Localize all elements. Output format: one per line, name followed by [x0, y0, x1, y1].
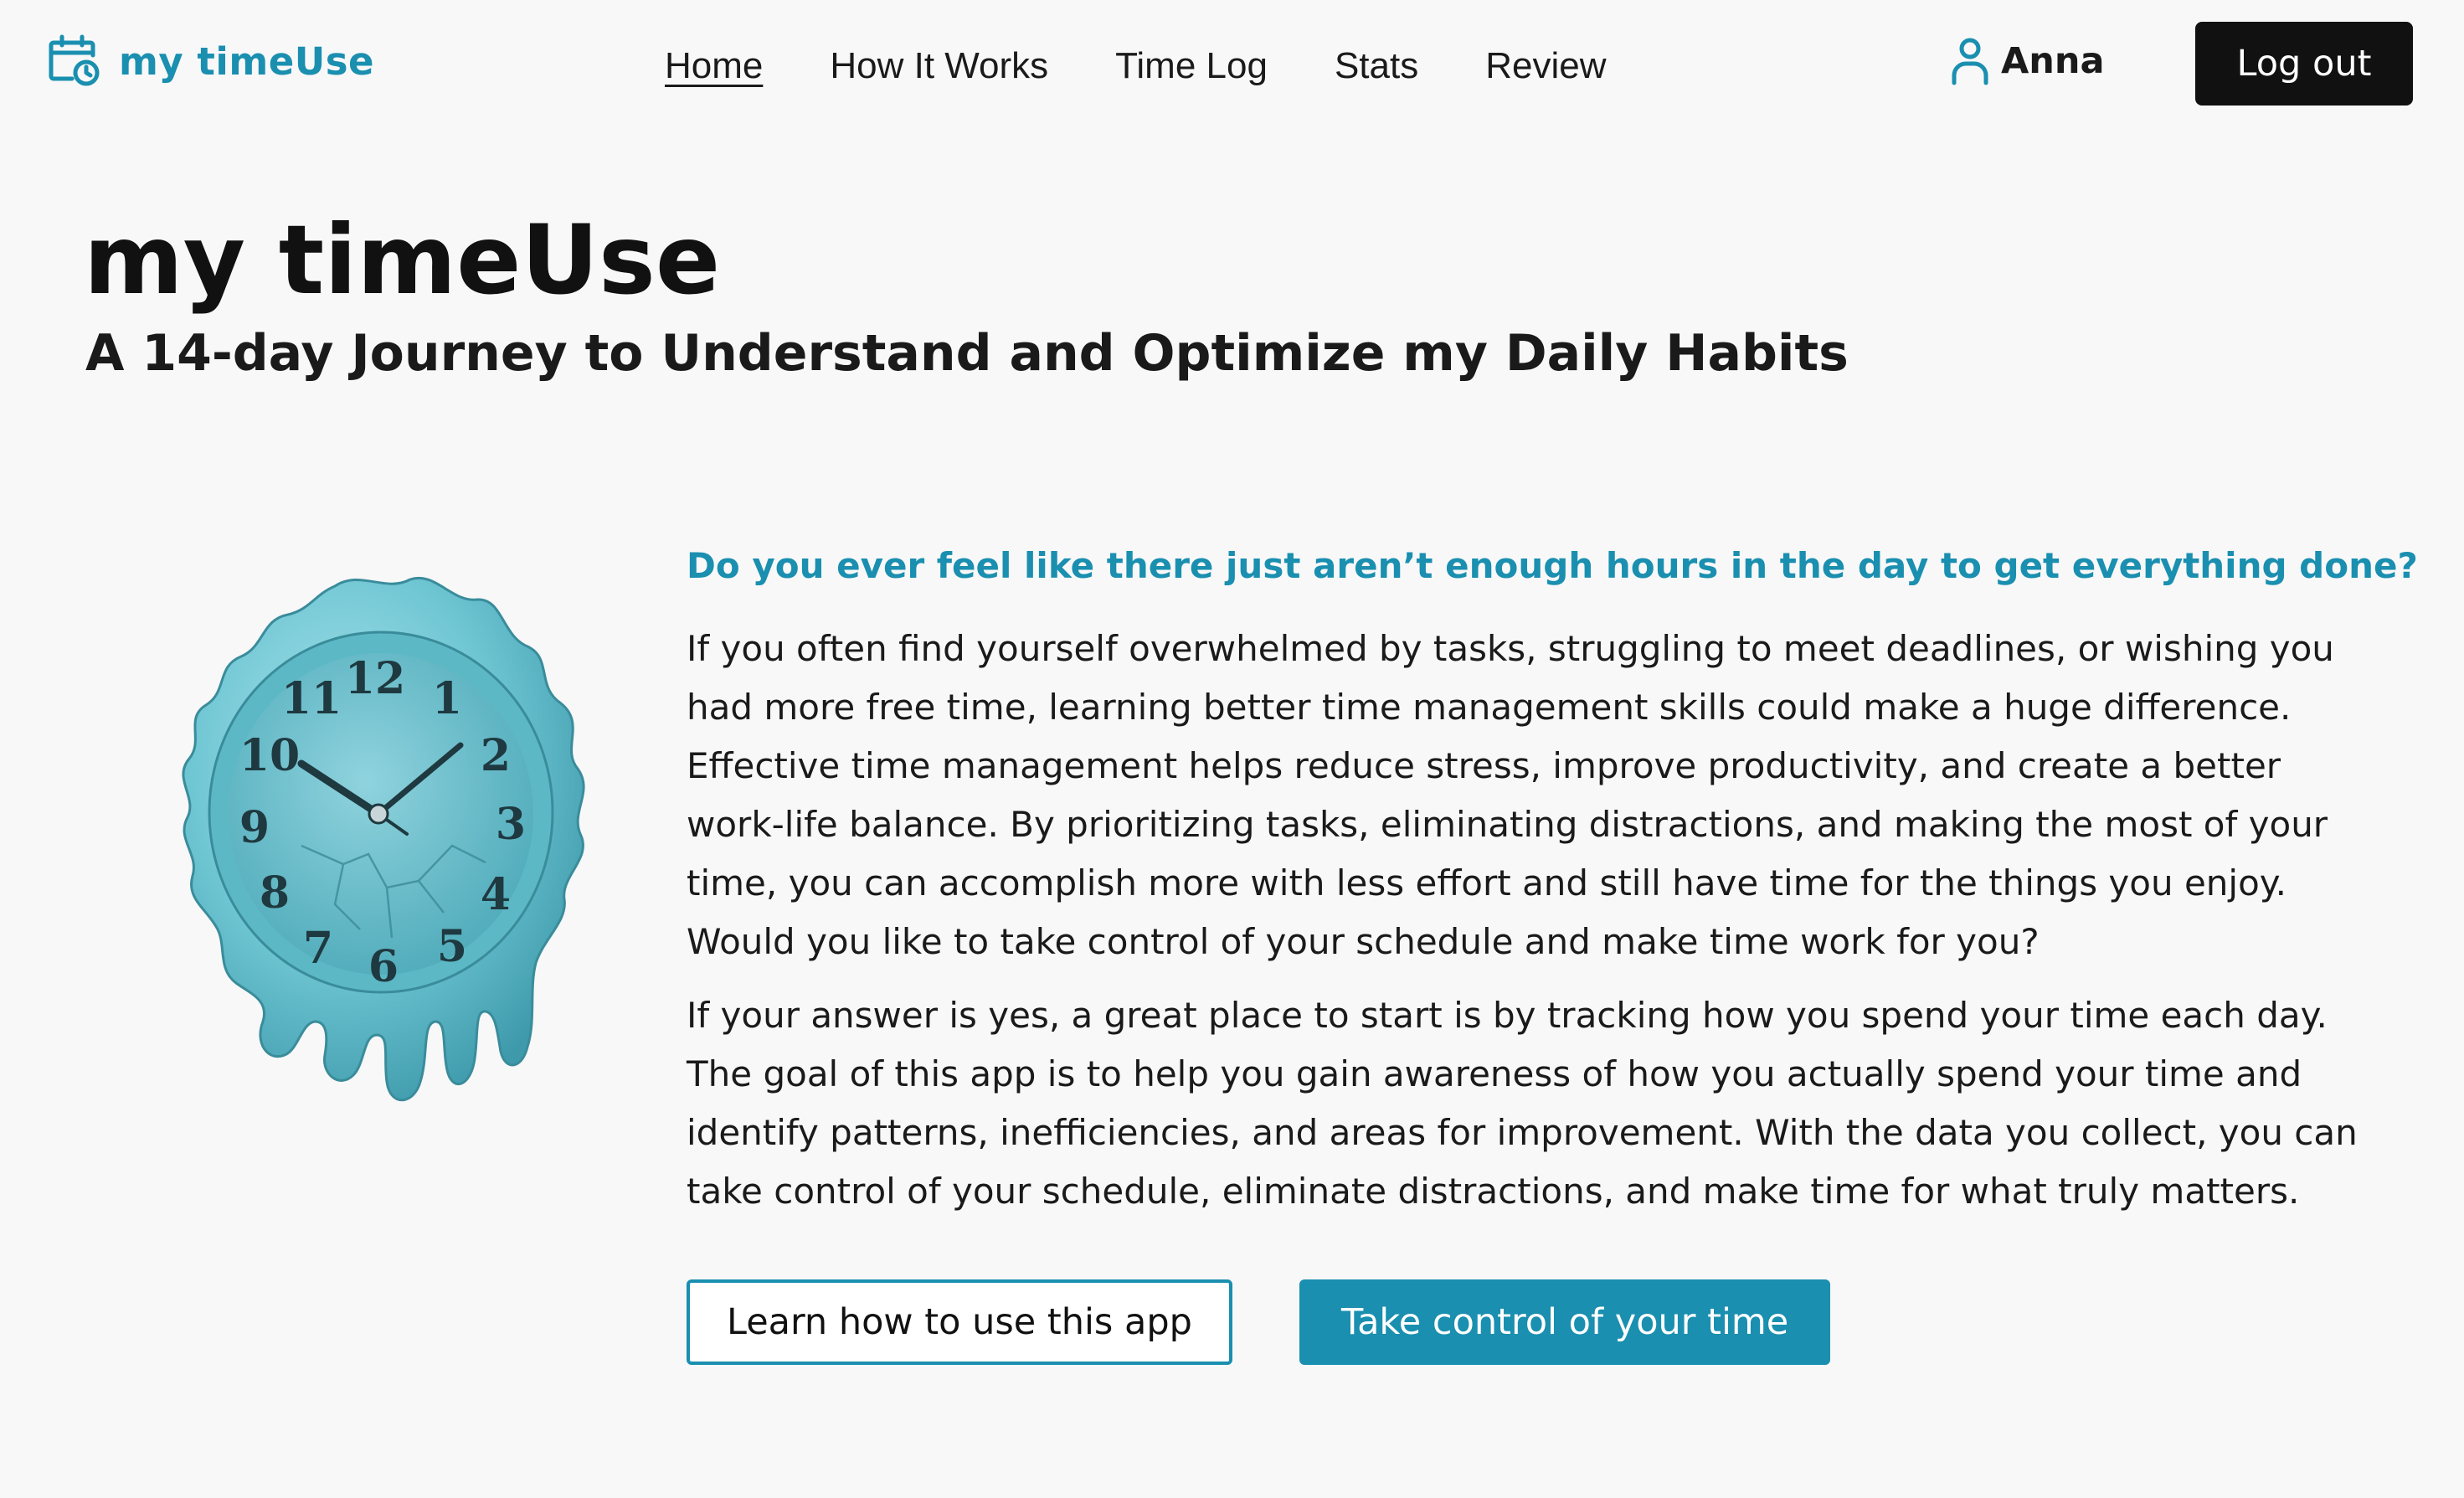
intro-section: Do you ever feel like there just aren’t … — [687, 536, 2418, 1236]
clock-numeral-8: 8 — [260, 867, 290, 919]
calendar-clock-icon — [49, 34, 100, 86]
clock-numeral-1: 1 — [432, 673, 462, 724]
cta-buttons: Learn how to use this app Take control o… — [687, 1279, 1831, 1365]
nav-link-stats[interactable]: Stats — [1335, 45, 1418, 87]
logout-button[interactable]: Log out — [2195, 22, 2413, 106]
clock-numeral-12: 12 — [345, 653, 405, 704]
main-nav: Home How It Works Time Log Stats Review — [665, 40, 1674, 92]
clock-numeral-10: 10 — [239, 730, 300, 781]
brand-name: my timeUse — [119, 39, 375, 84]
clock-numeral-5: 5 — [437, 921, 467, 972]
take-control-button[interactable]: Take control of your time — [1299, 1279, 1831, 1365]
clock-numeral-7: 7 — [303, 923, 333, 974]
intro-question: Do you ever feel like there just aren’t … — [687, 545, 2418, 586]
nav-link-time-log[interactable]: Time Log — [1115, 45, 1268, 87]
clock-numeral-9: 9 — [239, 802, 270, 853]
clock-numeral-4: 4 — [481, 869, 511, 920]
clock-numeral-2: 2 — [481, 730, 511, 781]
melting-clock-image: 12 1 2 3 4 5 6 7 8 9 10 11 — [182, 576, 585, 1102]
user-menu[interactable]: Anna — [1951, 37, 2105, 85]
nav-link-how-it-works[interactable]: How It Works — [830, 45, 1048, 87]
navbar: my timeUse Home How It Works Time Log St… — [0, 0, 2464, 131]
brand-link[interactable]: my timeUse — [47, 33, 374, 89]
intro-paragraph: If your answer is yes, a great place to … — [687, 995, 2358, 1212]
user-name: Anna — [2001, 40, 2105, 82]
intro-paragraph: If you often find yourself overwhelmed b… — [687, 628, 2334, 962]
page-title: my timeUse — [84, 204, 721, 316]
user-icon — [1952, 38, 1988, 85]
clock-numeral-11: 11 — [281, 673, 342, 724]
page-subtitle: A 14-day Journey to Understand and Optim… — [85, 324, 1849, 383]
clock-numeral-3: 3 — [496, 799, 526, 850]
nav-link-review[interactable]: Review — [1485, 45, 1606, 87]
nav-link-home[interactable]: Home — [665, 45, 763, 87]
learn-how-button[interactable]: Learn how to use this app — [687, 1279, 1232, 1365]
clock-numeral-6: 6 — [368, 941, 399, 992]
